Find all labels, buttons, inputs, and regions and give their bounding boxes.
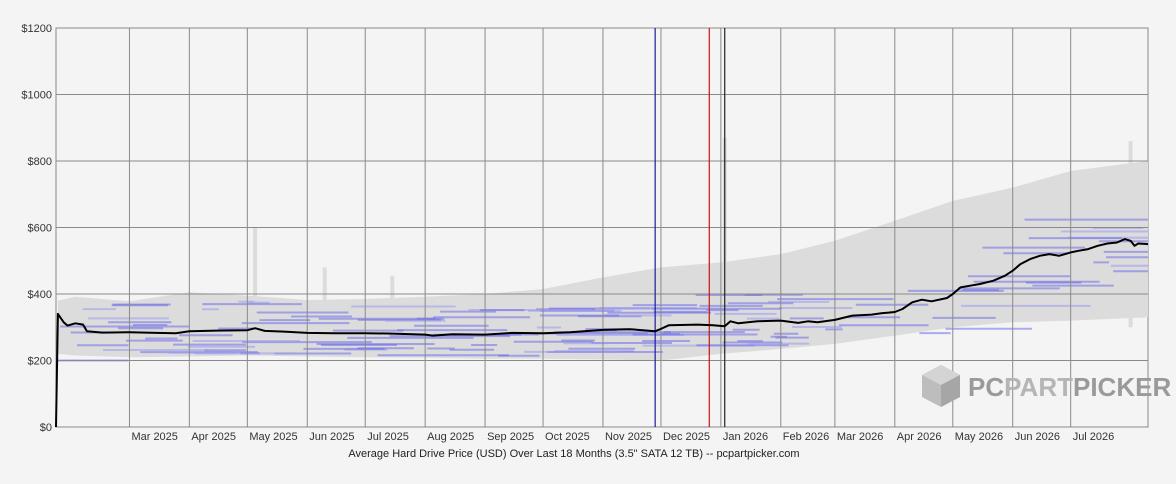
x-tick-label: Jun 2025 [309, 431, 354, 443]
x-tick-label: Jun 2026 [1015, 431, 1060, 443]
x-tick-label: Apr 2026 [897, 431, 942, 443]
y-axis-ticks: $0 $200 $400 $600 $800 $1000 $1200 [21, 23, 52, 434]
x-tick-label: Jan 2026 [723, 431, 768, 443]
y-tick-label: $200 [28, 356, 52, 368]
x-tick-label: Feb 2026 [783, 431, 829, 443]
y-tick-label: $0 [40, 422, 52, 434]
x-tick-label: Mar 2025 [131, 431, 177, 443]
x-tick-label: May 2025 [249, 431, 297, 443]
price-spike [253, 227, 258, 328]
x-axis-ticks: Mar 2025 Apr 2025 May 2025 Jun 2025 Jul 2025… [131, 431, 1114, 443]
price-history-chart: $0 $200 $400 $600 $800 $1000 $1200 Mar 2025 Apr… [0, 0, 1176, 484]
x-tick-label: Sep 2025 [487, 431, 534, 443]
chart-canvas: $0 $200 $400 $600 $800 $1000 $1200 Mar 2025 Apr… [21, 23, 1171, 460]
logo-text: PCPARTPICKER [968, 372, 1171, 402]
y-tick-label: $1000 [21, 90, 52, 102]
x-tick-label: Oct 2025 [545, 431, 590, 443]
x-tick-label: Jul 2026 [1073, 431, 1115, 443]
chart-caption: Average Hard Drive Price (USD) Over Last… [348, 448, 799, 460]
x-tick-label: Mar 2026 [837, 431, 883, 443]
y-tick-label: $400 [28, 289, 52, 301]
y-tick-label: $600 [28, 223, 52, 235]
x-tick-label: Jul 2025 [367, 431, 409, 443]
price-spike [1128, 141, 1133, 328]
x-tick-label: Nov 2025 [605, 431, 652, 443]
y-tick-label: $1200 [21, 23, 52, 35]
y-tick-label: $800 [28, 156, 52, 168]
x-tick-label: Dec 2025 [663, 431, 710, 443]
x-tick-label: May 2026 [955, 431, 1003, 443]
x-tick-label: Apr 2025 [191, 431, 236, 443]
x-tick-label: Aug 2025 [427, 431, 474, 443]
